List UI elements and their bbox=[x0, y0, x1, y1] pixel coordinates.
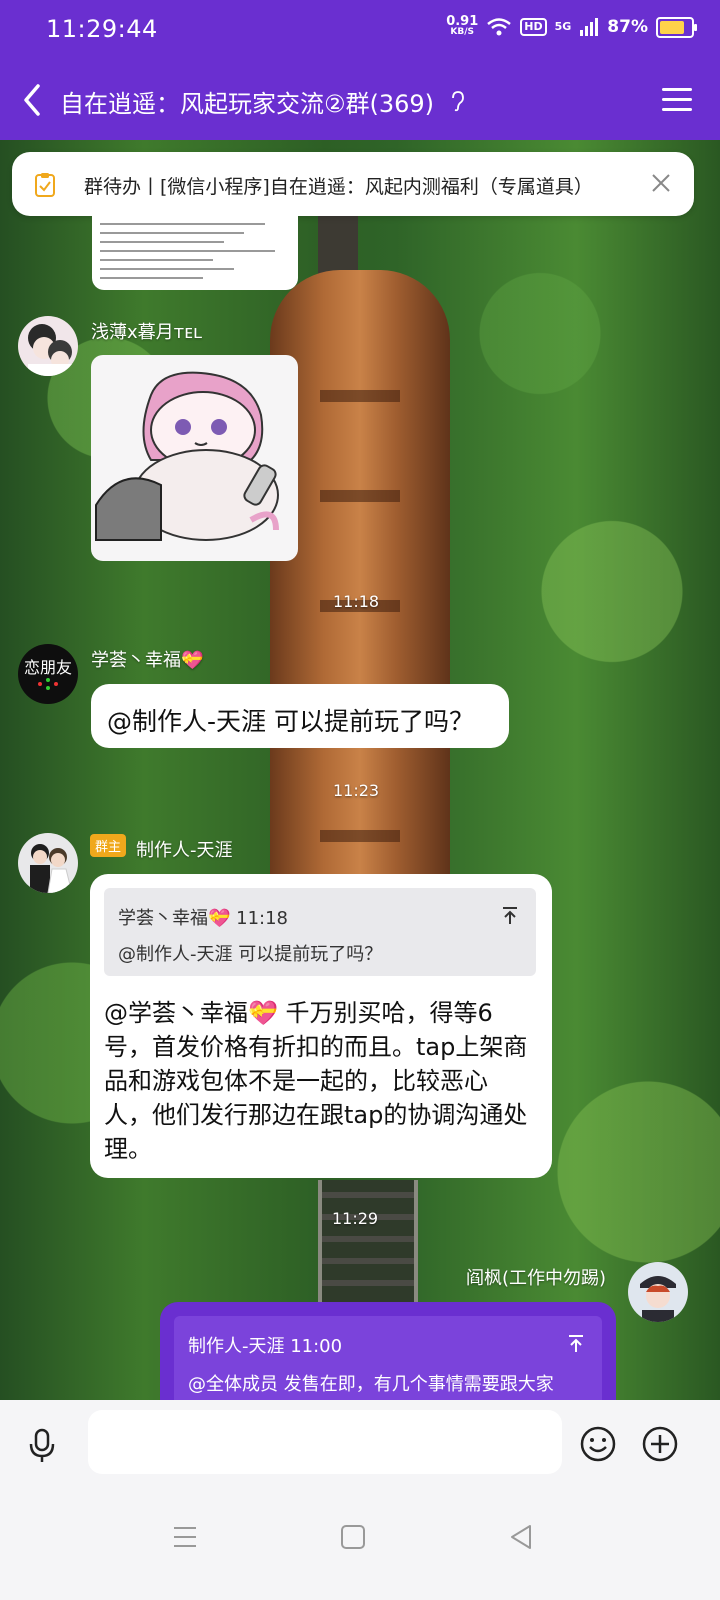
signal-icon bbox=[580, 18, 599, 36]
quoted-message[interactable]: 学荟丶幸福💝 11:18 @制作人-天涯 可以提前玩了吗？ bbox=[104, 888, 536, 976]
mic-icon[interactable] bbox=[28, 1428, 56, 1464]
jump-up-icon[interactable] bbox=[502, 906, 518, 926]
quote-header: 学荟丶幸福💝 11:18 bbox=[118, 908, 289, 929]
todo-icon bbox=[35, 173, 55, 197]
title-bar: 自在逍遥：风起玩家交流②群(369) bbox=[0, 60, 720, 140]
message-text: @制作人-天涯 可以提前玩了吗？ bbox=[107, 707, 474, 736]
back-nav-icon[interactable] bbox=[506, 1522, 536, 1552]
message-input[interactable] bbox=[88, 1410, 562, 1474]
battery-icon bbox=[656, 16, 697, 38]
sender-name: 浅薄ⅹ暮月ᴛᴇʟ bbox=[91, 322, 203, 343]
quote-body: @全体成员 发售在即，有几个事情需要跟大家 bbox=[188, 1374, 554, 1395]
message-bubble[interactable]: 学荟丶幸福💝 11:18 @制作人-天涯 可以提前玩了吗？ @学荟丶幸福💝 千万… bbox=[90, 874, 552, 1178]
timestamp: 11:29 bbox=[332, 1209, 379, 1228]
battery-percent: 87% bbox=[607, 17, 648, 37]
wifi-icon bbox=[487, 18, 512, 36]
ear-icon[interactable] bbox=[450, 90, 466, 112]
todo-text: 群待办丨[微信小程序]自在逍遥：风起内测福利（专属道具） bbox=[84, 176, 593, 198]
hd-badge: HD bbox=[520, 18, 547, 36]
quote-body: @制作人-天涯 可以提前玩了吗？ bbox=[118, 944, 383, 965]
avatar[interactable] bbox=[18, 316, 78, 376]
status-bar: 11:29:44 0.91 KB/S HD 5G 87% bbox=[0, 0, 720, 60]
sender-name: 学荟丶幸福💝 bbox=[91, 650, 204, 671]
quote-header: 制作人-天涯 11:00 bbox=[188, 1336, 343, 1357]
message-bubble[interactable]: @制作人-天涯 可以提前玩了吗？ bbox=[91, 684, 509, 748]
document-image[interactable] bbox=[92, 216, 298, 290]
plus-icon[interactable] bbox=[642, 1426, 678, 1462]
home-nav-icon[interactable] bbox=[338, 1522, 368, 1552]
message-text: @学荟丶幸福💝 千万别买哈，得等6号，首发价格有折扣的而且。tap上架商品和游戏… bbox=[104, 999, 528, 1163]
timestamp: 11:18 bbox=[333, 592, 380, 611]
chat-title[interactable]: 自在逍遥：风起玩家交流②群(369) bbox=[60, 84, 434, 119]
menu-icon[interactable] bbox=[662, 88, 692, 112]
sticker-image[interactable] bbox=[91, 355, 298, 561]
avatar[interactable]: 恋朋友 bbox=[18, 644, 78, 704]
signal-label: 5G bbox=[554, 20, 572, 33]
emoji-icon[interactable] bbox=[580, 1426, 616, 1462]
net-speed: 0.91 KB/S bbox=[446, 14, 479, 37]
jump-up-icon[interactable] bbox=[568, 1334, 584, 1354]
input-bar bbox=[0, 1400, 720, 1490]
owner-badge: 群主 bbox=[90, 834, 127, 857]
timestamp: 11:23 bbox=[333, 781, 380, 800]
menu-nav-icon[interactable] bbox=[170, 1522, 200, 1552]
avatar[interactable] bbox=[18, 833, 78, 893]
sender-name: 阎枫(工作中勿踢) bbox=[466, 1268, 607, 1289]
close-icon[interactable] bbox=[650, 172, 672, 194]
sender-name: 制作人-天涯 bbox=[136, 840, 233, 861]
back-icon[interactable] bbox=[18, 80, 48, 120]
group-todo-banner[interactable]: 群待办丨[微信小程序]自在逍遥：风起内测福利（专属道具） bbox=[12, 152, 694, 216]
status-time: 11:29:44 bbox=[46, 15, 158, 43]
system-nav-bar bbox=[0, 1490, 720, 1600]
avatar[interactable] bbox=[628, 1262, 688, 1322]
